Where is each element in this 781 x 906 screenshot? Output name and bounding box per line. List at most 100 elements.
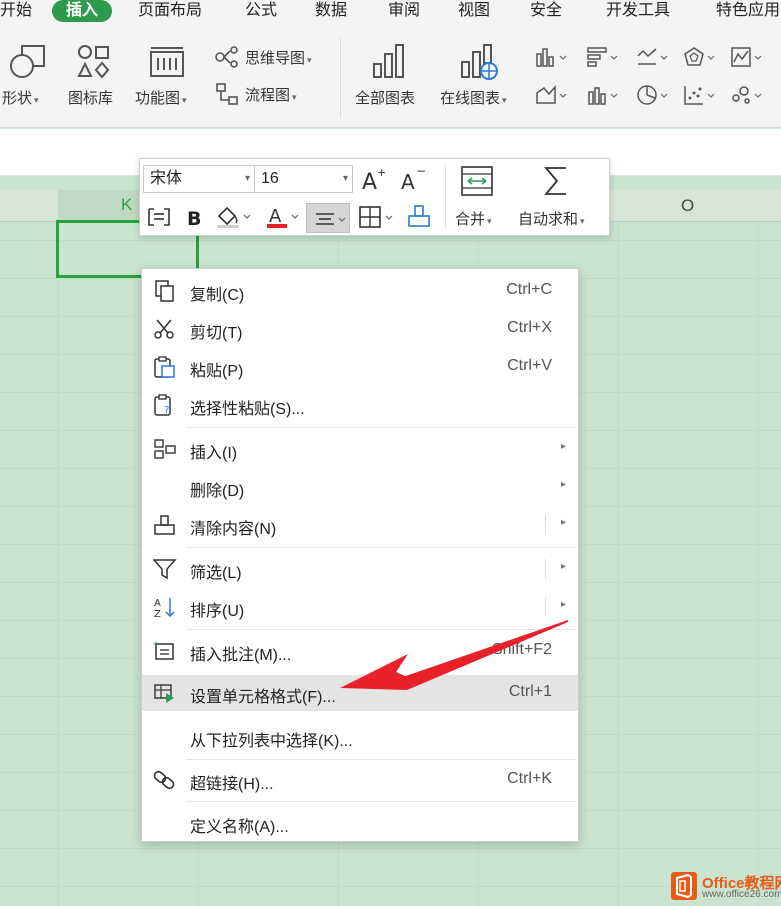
menu-item-shortcut: Ctrl+K [507, 770, 552, 787]
area-chart-icon[interactable] [535, 84, 569, 106]
floating-mini-toolbar: 宋体 ▾ 16 ▾ A + A − B A 合并 ▾ 自动求和 ▾ [139, 158, 610, 236]
menu-item-label: 插入批注(M)... [190, 647, 292, 664]
icon-library-button[interactable]: 图标库 [68, 87, 113, 108]
menu-separator [186, 427, 576, 428]
submenu-arrow-icon: ▸ [560, 561, 566, 572]
menu-item-label: 设置单元格格式(F)... [190, 689, 336, 706]
menu-item-shortcut: Ctrl+V [507, 357, 552, 374]
menu-tab-bar: 开始 插入 页面布局 公式 数据 审阅 视图 安全 开发工具 特色应用 [0, 0, 781, 24]
menu-item-label: 剪切(T) [190, 325, 243, 342]
submenu-arrow-icon: ▸ [560, 599, 566, 610]
autosum-button[interactable]: 自动求和 ▾ [518, 208, 585, 229]
paste-icon [154, 356, 175, 378]
function-chart-button[interactable]: 功能图 ▾ [135, 87, 187, 108]
tab-home[interactable]: 开始 [0, 0, 32, 22]
menu-item-label: 复制(C) [190, 287, 245, 304]
all-charts-button[interactable]: 全部图表 [355, 87, 415, 108]
tab-formulas[interactable]: 公式 [245, 0, 277, 22]
align-center-icon [316, 213, 346, 225]
menu-item-label: 删除(D) [190, 483, 245, 500]
svg-text:*: * [153, 641, 158, 651]
menu-item-copy[interactable]: 复制(C) Ctrl+C [142, 273, 578, 309]
online-charts-button[interactable]: 在线图表 ▾ [440, 87, 507, 108]
shapes-icon [10, 45, 45, 78]
tab-security[interactable]: 安全 [530, 0, 562, 22]
tab-developer[interactable]: 开发工具 [606, 0, 670, 22]
merge-button[interactable]: 合并 ▾ [455, 208, 492, 229]
column-label-o: O [681, 196, 695, 215]
merge-cells-icon [461, 166, 493, 196]
mind-map-button[interactable]: 思维导图 ▾ [245, 47, 312, 68]
column-chart-icon[interactable] [535, 46, 569, 68]
font-color-icon[interactable]: A [264, 203, 302, 229]
tab-review[interactable]: 审阅 [388, 0, 420, 22]
menu-separator [186, 759, 576, 760]
submenu-arrow-icon: ▸ [560, 441, 566, 452]
menu-item-label: 从下拉列表中选择(K)... [190, 733, 353, 750]
copy-icon [155, 280, 174, 302]
menu-item-shortcut: Shift+F2 [491, 641, 552, 658]
font-size-dropdown[interactable]: 16 ▾ [254, 165, 353, 193]
watermark-url: www.office26.com [702, 889, 781, 900]
menu-item-format-cells[interactable]: 设置单元格格式(F)... Ctrl+1 [142, 675, 578, 711]
menu-item-insert[interactable]: 插入(I) ▸ [142, 431, 578, 467]
fill-color-icon[interactable] [214, 203, 252, 229]
format-painter-icon[interactable] [146, 205, 172, 229]
radar-chart-icon[interactable] [683, 46, 717, 68]
mind-map-icon [215, 46, 238, 68]
font-name-dropdown[interactable]: 宋体 ▾ [143, 165, 255, 193]
bubble-chart-icon[interactable] [730, 84, 764, 106]
line-chart-icon[interactable] [636, 46, 670, 68]
chevron-down-icon: ▾ [342, 173, 348, 184]
menu-item-define-name[interactable]: 定义名称(A)... [142, 805, 578, 841]
menu-item-paste[interactable]: 粘贴(P) Ctrl+V [142, 349, 578, 385]
menu-item-cut[interactable]: 剪切(T) Ctrl+X [142, 311, 578, 347]
menu-item-delete[interactable]: 删除(D) ▸ [142, 469, 578, 505]
autosum-icon [544, 167, 566, 195]
clear-format-icon[interactable] [406, 204, 432, 230]
menu-item-pick-from-list[interactable]: 从下拉列表中选择(K)... [142, 719, 578, 755]
flowchart-icon [216, 83, 238, 105]
submenu-arrow-icon: ▸ [560, 479, 566, 490]
borders-icon[interactable] [358, 205, 396, 229]
online-charts-icon [461, 44, 498, 80]
increase-font-icon[interactable]: A + [360, 165, 388, 193]
menu-item-label: 排序(U) [190, 603, 245, 620]
scatter-chart-icon[interactable] [683, 84, 717, 106]
align-center-button[interactable] [306, 203, 350, 233]
flowchart-button[interactable]: 流程图 ▾ [245, 84, 297, 105]
decrease-font-icon[interactable]: A − [399, 165, 427, 193]
stock-chart-icon[interactable] [730, 46, 764, 68]
comment-icon: * [153, 641, 174, 660]
font-size-value: 16 [261, 170, 279, 187]
tab-page-layout[interactable]: 页面布局 [138, 0, 202, 22]
tab-special-apps[interactable]: 特色应用 [716, 0, 780, 22]
svg-text:A: A [401, 170, 415, 193]
bar-chart-icon[interactable] [586, 46, 620, 68]
submenu-arrow-icon: ▸ [560, 517, 566, 528]
menu-item-hyperlink[interactable]: 超链接(H)... Ctrl+K [142, 762, 578, 798]
menu-item-filter[interactable]: 筛选(L) ▸ [142, 551, 578, 587]
menu-item-label: 插入(I) [190, 445, 238, 462]
menu-item-clear-contents[interactable]: 清除内容(N) ▸ [142, 507, 578, 543]
menu-item-sort[interactable]: AZ 排序(U) ▸ [142, 589, 578, 625]
scissors-icon [154, 319, 174, 339]
menu-item-insert-comment[interactable]: * 插入批注(M)... Shift+F2 [142, 633, 578, 669]
pie-chart-icon[interactable] [636, 84, 670, 106]
svg-text:A: A [154, 598, 161, 609]
menu-item-label: 选择性粘贴(S)... [190, 401, 305, 418]
shapes-button[interactable]: 形状 ▾ [2, 87, 39, 108]
menu-item-shortcut: Ctrl+1 [508, 683, 552, 700]
tab-view[interactable]: 视图 [458, 0, 490, 22]
menu-item-label: 定义名称(A)... [190, 819, 289, 836]
menu-separator [186, 629, 576, 630]
menu-item-paste-special[interactable]: ? 选择性粘贴(S)... [142, 387, 578, 423]
bold-icon[interactable]: B [184, 205, 206, 229]
menu-item-label: 筛选(L) [190, 565, 242, 582]
combo-chart-icon[interactable] [586, 84, 620, 106]
tab-data[interactable]: 数据 [315, 0, 347, 22]
svg-text:A: A [362, 170, 377, 193]
tab-insert[interactable]: 插入 [52, 0, 113, 22]
menu-split-divider [545, 597, 546, 617]
ribbon-separator [340, 38, 341, 118]
